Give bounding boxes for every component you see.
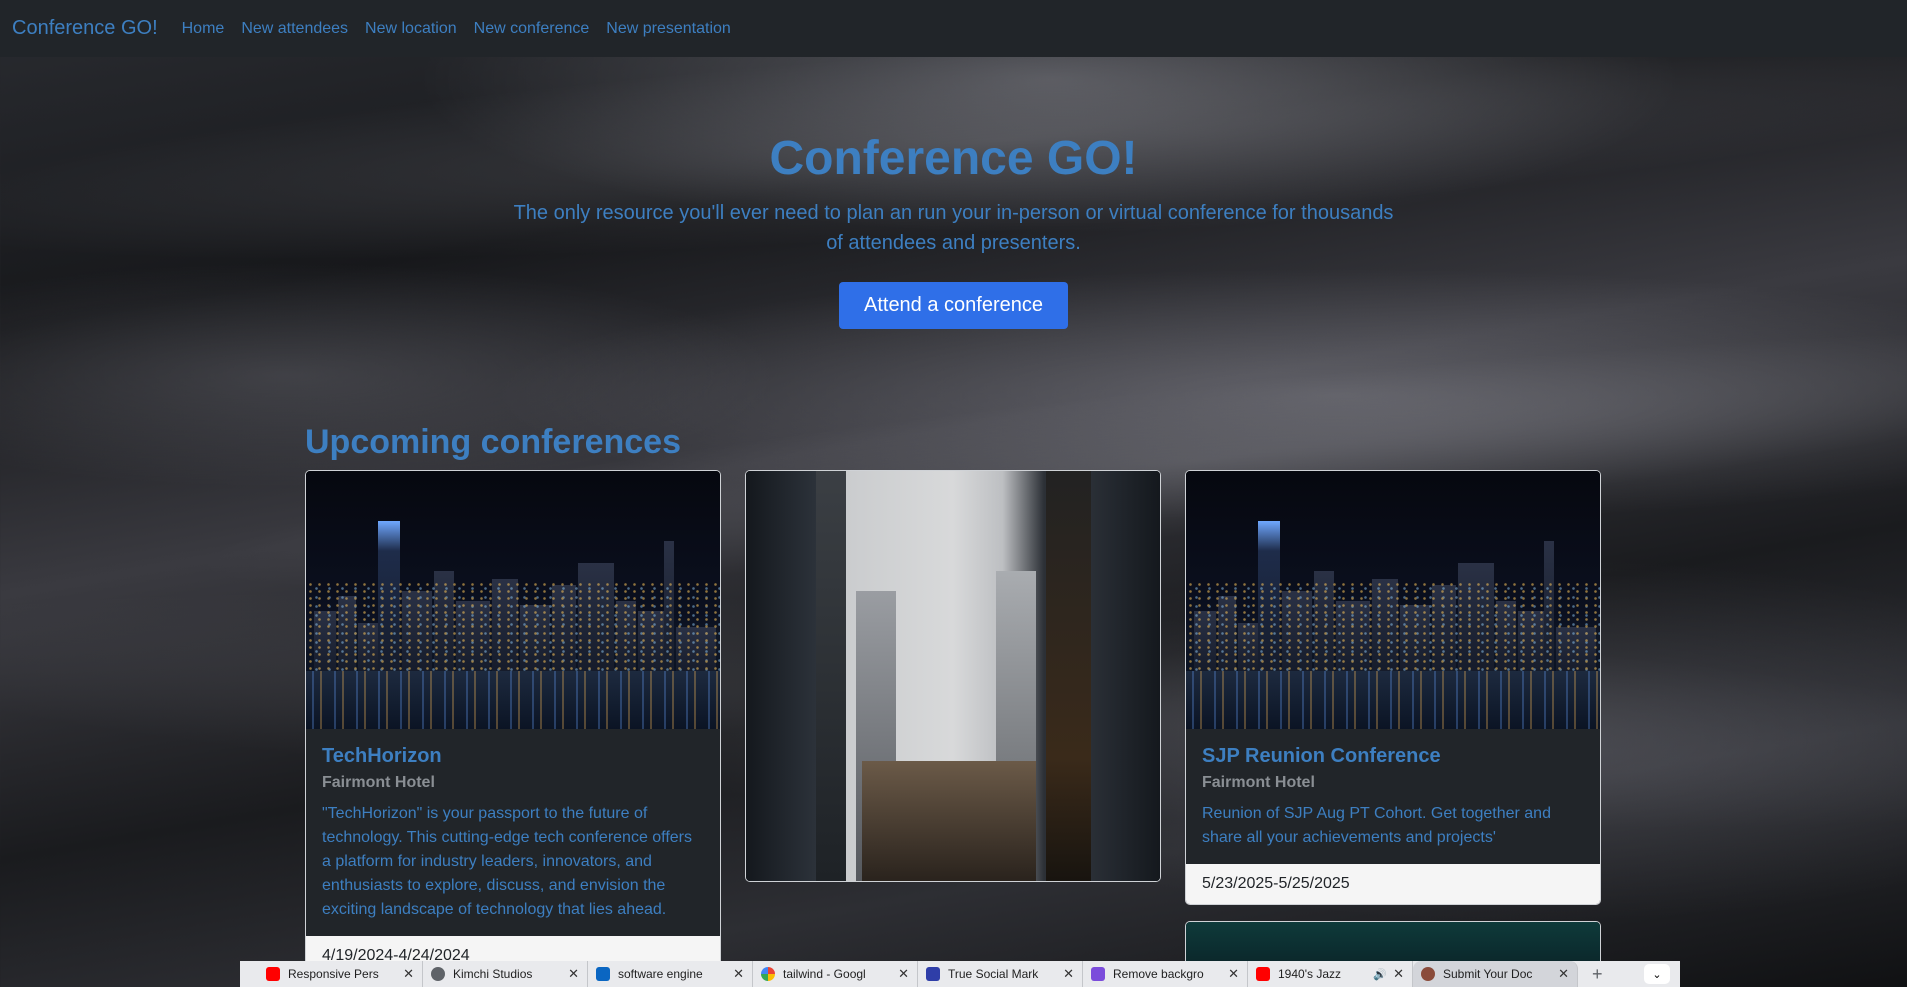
nav-link-new-location[interactable]: New location: [365, 20, 457, 38]
new-tab-icon[interactable]: +: [1592, 964, 1603, 985]
browser-tab-active[interactable]: Submit Your Doc ✕: [1413, 961, 1578, 987]
youtube-icon: [1256, 967, 1270, 981]
card-title: SJP Reunion Conference: [1202, 745, 1441, 767]
tab-label: tailwind - Googl: [783, 967, 866, 981]
truesocial-icon: [926, 967, 940, 981]
chevron-down-icon[interactable]: ⌄: [1644, 964, 1670, 984]
tab-label: Responsive Pers: [288, 967, 379, 981]
navbar-brand[interactable]: Conference GO!: [12, 17, 158, 40]
nav-link-home[interactable]: Home: [182, 20, 225, 38]
navbar: Conference GO! Home New attendees New lo…: [0, 0, 1907, 57]
google-icon: [761, 967, 775, 981]
close-icon[interactable]: ✕: [733, 966, 744, 982]
card-body: SJP Reunion Conference Fairmont Hotel Re…: [1186, 729, 1600, 864]
browser-tab[interactable]: software engine ✕: [588, 961, 753, 987]
close-icon[interactable]: ✕: [1558, 966, 1569, 982]
attend-conference-button[interactable]: Attend a conference: [838, 282, 1068, 329]
conference-card[interactable]: [745, 470, 1161, 882]
browser-tab-strip: Responsive Pers ✕ Kimchi Studios ✕ softw…: [240, 961, 1680, 987]
hero-title: Conference GO!: [769, 132, 1138, 185]
tab-label: Kimchi Studios: [453, 967, 533, 981]
city-skyline-image: [306, 471, 720, 729]
city-street-image: [746, 471, 1160, 881]
card-body: TechHorizon Fairmont Hotel "TechHorizon"…: [306, 729, 720, 936]
removebg-icon: [1091, 967, 1105, 981]
youtube-icon: [266, 967, 280, 981]
nav-link-new-attendees[interactable]: New attendees: [241, 20, 348, 38]
close-icon[interactable]: ✕: [898, 966, 909, 982]
nav-link-new-presentation[interactable]: New presentation: [606, 20, 731, 38]
browser-tab[interactable]: True Social Mark ✕: [918, 961, 1083, 987]
tab-label: True Social Mark: [948, 967, 1039, 981]
card-description: Reunion of SJP Aug PT Cohort. Get togeth…: [1202, 805, 1551, 846]
card-location: Fairmont Hotel: [1202, 774, 1315, 791]
browser-tab[interactable]: Remove backgro ✕: [1083, 961, 1248, 987]
close-icon[interactable]: ✕: [1063, 966, 1074, 982]
nav-link-new-conference[interactable]: New conference: [474, 20, 590, 38]
close-icon[interactable]: ✕: [1393, 966, 1404, 982]
browser-tab[interactable]: Kimchi Studios ✕: [423, 961, 588, 987]
card-dates: 5/23/2025-5/25/2025: [1186, 864, 1600, 904]
conference-card[interactable]: SJP Reunion Conference Fairmont Hotel Re…: [1185, 470, 1601, 905]
card-location: Fairmont Hotel: [322, 774, 435, 791]
close-icon[interactable]: ✕: [403, 966, 414, 982]
city-skyline-image: [1186, 471, 1600, 729]
section-title: Upcoming conferences: [305, 423, 681, 461]
card-description: "TechHorizon" is your passport to the fu…: [322, 805, 693, 918]
tab-label: Remove backgro: [1113, 967, 1204, 981]
linkedin-icon: [596, 967, 610, 981]
tab-label: 1940's Jazz: [1278, 967, 1341, 981]
speaker-icon[interactable]: 🔊: [1373, 968, 1387, 981]
browser-tab[interactable]: Responsive Pers ✕: [258, 961, 423, 987]
card-title: TechHorizon: [322, 745, 442, 767]
tab-label: software engine: [618, 967, 703, 981]
doc-icon: [1421, 967, 1435, 981]
close-icon[interactable]: ✕: [1228, 966, 1239, 982]
hero: Conference GO! The only resource you'll …: [0, 130, 1907, 329]
hero-lead: The only resource you'll ever need to pl…: [513, 202, 1394, 254]
browser-tab[interactable]: tailwind - Googl ✕: [753, 961, 918, 987]
globe-icon: [431, 967, 445, 981]
tab-label: Submit Your Doc: [1443, 967, 1533, 981]
browser-tab[interactable]: 1940's Jazz 🔊 ✕: [1248, 961, 1413, 987]
conference-card[interactable]: TechHorizon Fairmont Hotel "TechHorizon"…: [305, 470, 721, 977]
close-icon[interactable]: ✕: [568, 966, 579, 982]
